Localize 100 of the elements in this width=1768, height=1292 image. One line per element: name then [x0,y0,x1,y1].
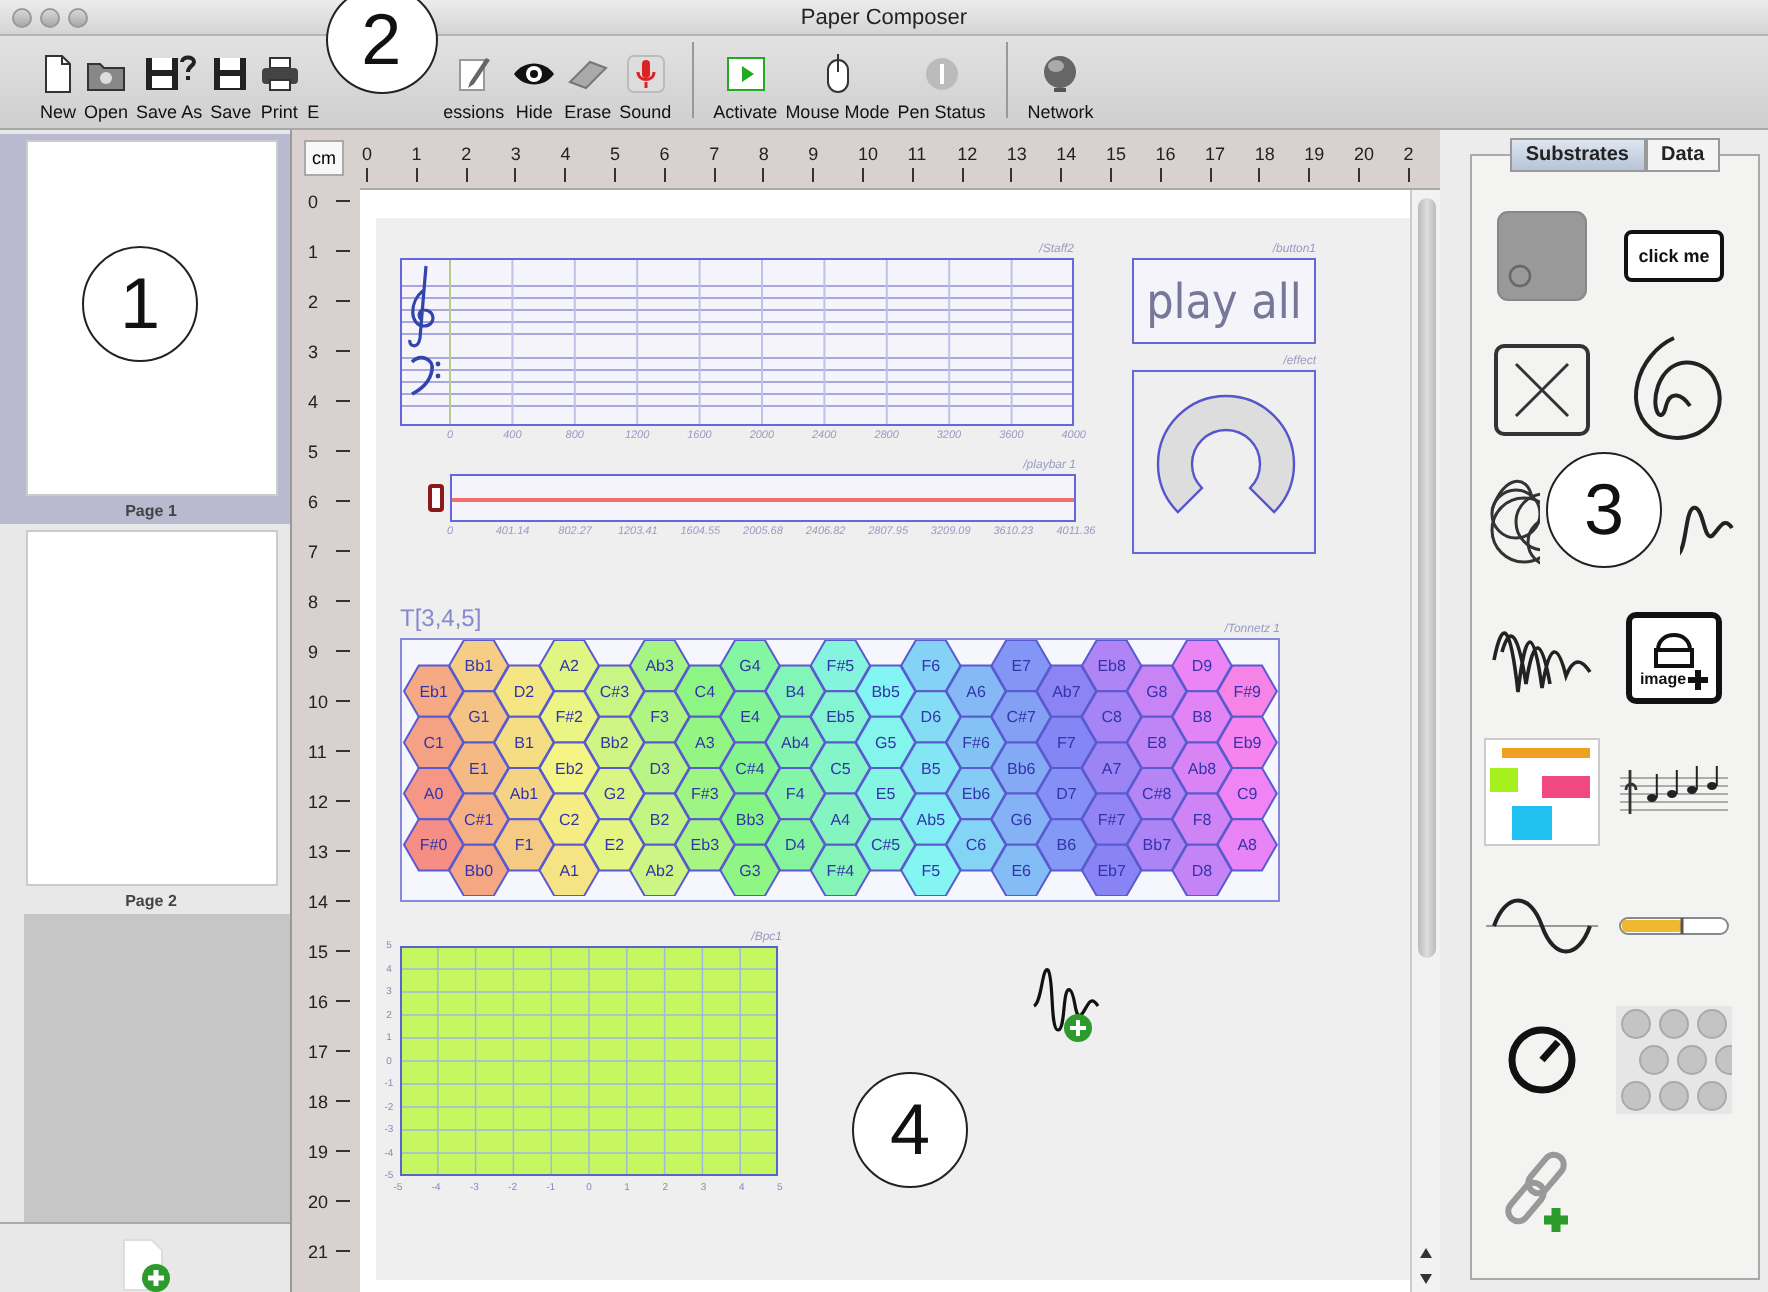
ruler-number: 2 [1403,144,1416,164]
ruler-number: 5 [308,441,321,461]
ruler-number: 18 [308,1091,330,1111]
ruler-number: 3 [308,341,321,361]
toolbar-button[interactable]: Network [1023,52,1098,122]
toolbar-button[interactable]: New [36,52,81,122]
toolbar-button[interactable]: Save [206,52,256,122]
scroll-arrows-icon[interactable] [1416,1244,1436,1288]
ruler-number: 10 [308,691,330,711]
click-button-widget[interactable]: click me [1624,229,1724,281]
ruler-number: 16 [1155,144,1178,164]
note-hexagon[interactable]: E2 [583,818,646,872]
toolbar-button[interactable]: E [303,52,324,122]
ruler-number: 8 [758,144,771,164]
ruler-number: 20 [1353,144,1376,164]
xy-pad[interactable] [400,946,778,1176]
note-hexagon[interactable]: D4 [764,818,826,872]
staff-widget[interactable] [400,258,1074,426]
pencil-icon [455,54,492,94]
toolbar-button[interactable]: Hide [508,52,561,122]
note-hexagon[interactable]: C9 [1216,767,1278,821]
floppy-question-icon [143,54,196,94]
ruler-number: 7 [709,144,722,164]
toolbar-button[interactable]: Save As [132,52,207,122]
toolbar-button[interactable]: Sound [615,52,676,122]
palette-tab[interactable]: Data [1645,138,1721,172]
note-hexagon[interactable]: C5 [809,741,872,795]
microphone-icon [625,54,666,94]
note-hexagon[interactable]: F4 [764,767,826,821]
sine-wave-icon[interactable] [1486,895,1598,955]
layout-icon[interactable] [1484,737,1600,845]
toolbar-button[interactable]: Mouse Mode [781,52,894,122]
toolbar-button[interactable]: essions [439,52,509,122]
ruler-number: 2 [308,291,321,311]
note-hexagon[interactable]: Bb0 [448,843,510,896]
ruler-number: 19 [308,1141,330,1161]
note-hexagon[interactable]: F5 [900,843,962,896]
note-hexagon[interactable]: F#0 [402,818,465,872]
ruler-number: 18 [1254,144,1277,164]
toolbar-button[interactable]: Print [255,52,304,122]
ruler-number: 16 [308,991,330,1011]
ruler-number: 11 [308,741,329,761]
image-widget-icon[interactable]: image [1626,611,1722,703]
vertical-scrollbar[interactable] [1410,190,1440,1292]
close-button[interactable] [12,7,32,27]
button-widget-icon[interactable] [1496,209,1588,301]
ruler-number: 13 [1006,144,1029,164]
ruler-number: 19 [1304,144,1327,164]
printer-icon [259,56,300,92]
window-title: Paper Composer [798,5,970,29]
ruler-number: 10 [857,144,880,164]
minimize-button[interactable] [40,7,60,27]
note-hexagon[interactable]: G3 [719,843,781,896]
ruler-number: 4 [560,144,573,164]
note-hexagon[interactable]: A1 [538,843,600,896]
toolbar-button[interactable]: Erase [560,52,616,122]
page-label: Page 2 [125,892,177,910]
eye-icon [512,58,557,90]
toolbar-button[interactable]: Pen Status [893,52,990,122]
note-hexagon[interactable]: E1 [448,741,510,795]
note-hexagon[interactable]: C6 [945,818,1007,872]
note-hexagon[interactable]: B5 [900,741,962,795]
toolbar-button[interactable]: Activate [709,52,782,122]
document-icon [40,54,76,94]
knob-icon[interactable] [1506,1023,1578,1095]
playhead-handle[interactable] [428,484,444,512]
ruler-number: 12 [957,144,980,164]
tonnetz-title: T[3,4,5] [400,604,482,632]
ruler-number: 13 [308,841,330,861]
note-hexagon[interactable]: F#9 [1216,664,1278,718]
note-hexagon[interactable]: D9 [1171,640,1233,693]
note-hexagon[interactable]: Ab2 [628,843,691,896]
treble-clef-icon [408,264,435,348]
toolbar-button[interactable]: Open [80,52,133,122]
ruler-number: 17 [1205,144,1228,164]
page-label: Page 1 [125,502,177,520]
music-score-icon[interactable] [1620,765,1728,817]
note-hexagon[interactable]: A2 [538,640,600,693]
slider-icon[interactable] [1618,913,1730,937]
note-hexagon[interactable]: A8 [1216,818,1278,872]
note-hexagon[interactable]: F#4 [809,843,872,896]
note-hexagon[interactable]: Eb9 [1216,715,1278,769]
note-hexagon[interactable]: F1 [493,818,555,872]
note-hexagon[interactable]: B6 [1035,818,1098,872]
note-hexagon[interactable]: E6 [990,843,1052,896]
unit-button[interactable]: cm [304,140,344,176]
note-hexagon[interactable]: D3 [628,741,691,795]
ruler-number: 9 [308,641,321,661]
play-all-button[interactable]: play all [1132,258,1316,344]
plus-icon [1688,669,1709,689]
note-hexagon[interactable]: D8 [1171,843,1233,896]
zoom-button[interactable] [68,7,88,27]
note-hexagon[interactable]: F6 [900,640,962,693]
crossed-box-icon[interactable] [1492,341,1592,437]
ruler-number: 6 [659,144,672,164]
ruler-number: 15 [308,941,330,961]
palette-tab[interactable]: Substrates [1509,138,1645,172]
note-hexagon[interactable]: G4 [719,640,781,693]
note-hexagon[interactable]: C1 [402,715,465,769]
pen-status-icon [921,54,962,94]
